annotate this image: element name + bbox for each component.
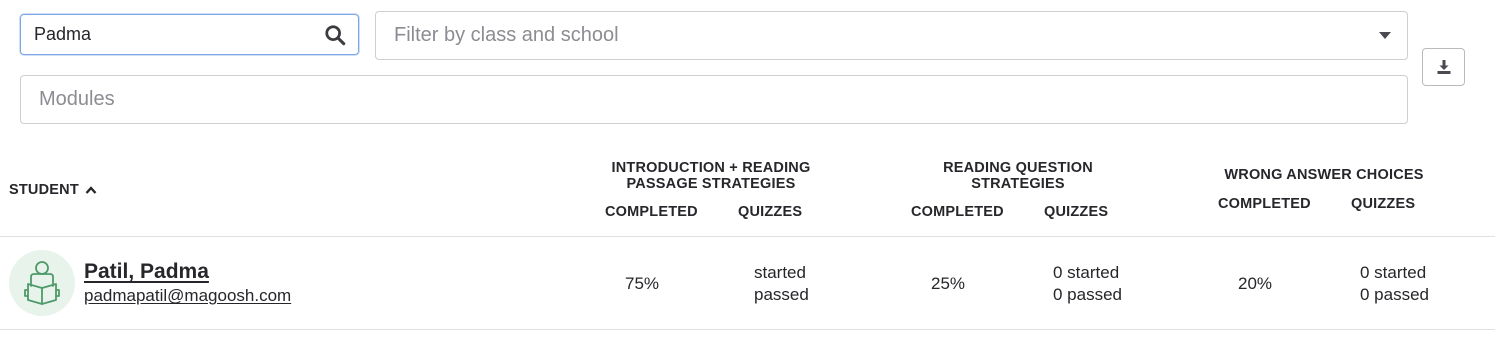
quizzes-value: started passed bbox=[754, 262, 809, 306]
completed-value: 20% bbox=[1238, 274, 1273, 293]
chevron-up-icon bbox=[85, 186, 97, 194]
completed-column-header[interactable]: COMPLETED bbox=[911, 204, 1004, 220]
student-email-link[interactable]: padmapatil@magoosh.com bbox=[84, 286, 291, 306]
avatar bbox=[9, 250, 75, 316]
group-header-intro-reading: INTRODUCTION + READING PASSAGE STRATEGIE… bbox=[591, 160, 831, 192]
class-school-filter-placeholder: Filter by class and school bbox=[394, 24, 619, 46]
group-header-reading-question: READING QUESTION STRATEGIES bbox=[898, 160, 1138, 192]
quizzes-started: 0 started bbox=[1053, 263, 1120, 282]
quizzes-column-header[interactable]: QUIZZES bbox=[738, 204, 802, 220]
header-divider bbox=[0, 236, 1495, 237]
quizzes-value: 0 started 0 passed bbox=[1053, 262, 1122, 306]
completed-value: 75% bbox=[625, 274, 660, 293]
completed-column-header[interactable]: COMPLETED bbox=[1218, 196, 1311, 212]
search-icon[interactable] bbox=[324, 24, 346, 46]
student-search-input[interactable] bbox=[21, 15, 324, 54]
group-title-line1: READING QUESTION bbox=[943, 160, 1093, 176]
group-header-wrong-answer: WRONG ANSWER CHOICES bbox=[1204, 167, 1444, 183]
download-button[interactable] bbox=[1422, 48, 1465, 86]
row-divider bbox=[0, 329, 1495, 330]
group-title-line1: WRONG ANSWER CHOICES bbox=[1224, 167, 1424, 183]
modules-filter-input[interactable] bbox=[21, 87, 1407, 112]
completed-column-header[interactable]: COMPLETED bbox=[605, 204, 698, 220]
quizzes-column-header[interactable]: QUIZZES bbox=[1351, 196, 1415, 212]
student-name-link[interactable]: Patil, Padma bbox=[84, 260, 209, 284]
completed-value: 25% bbox=[931, 274, 966, 293]
student-search-field[interactable] bbox=[20, 14, 359, 55]
group-title-line2: PASSAGE STRATEGIES bbox=[626, 176, 796, 192]
quizzes-value: 0 started 0 passed bbox=[1360, 262, 1429, 306]
quizzes-passed: passed bbox=[754, 285, 809, 304]
quizzes-passed: 0 passed bbox=[1360, 285, 1429, 304]
group-title-line1: INTRODUCTION + READING bbox=[611, 160, 811, 176]
caret-down-icon[interactable] bbox=[1379, 32, 1391, 39]
student-column-header[interactable]: STUDENT bbox=[9, 182, 97, 198]
download-icon bbox=[1437, 60, 1450, 74]
quizzes-column-header[interactable]: QUIZZES bbox=[1044, 204, 1108, 220]
class-school-filter-select[interactable]: Filter by class and school bbox=[375, 11, 1408, 60]
modules-filter-field[interactable] bbox=[20, 75, 1408, 124]
student-header-label: STUDENT bbox=[9, 182, 79, 198]
quizzes-passed: 0 passed bbox=[1053, 285, 1122, 304]
student-reading-icon bbox=[24, 261, 60, 305]
quizzes-started: 0 started bbox=[1360, 263, 1427, 282]
group-title-line2: STRATEGIES bbox=[971, 176, 1065, 192]
quizzes-started: started bbox=[754, 263, 806, 282]
